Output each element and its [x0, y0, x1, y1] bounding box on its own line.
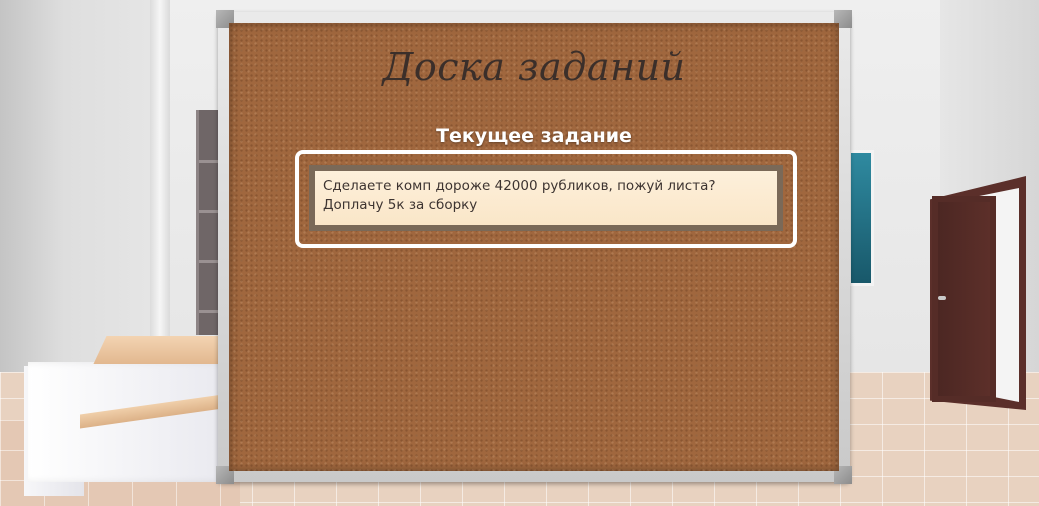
game-scene: Доска заданий Текущее задание Сделаете к… — [0, 0, 1039, 506]
cork-surface: Доска заданий Текущее задание Сделаете к… — [229, 23, 839, 471]
current-task-label: Текущее задание — [436, 125, 632, 147]
window — [848, 150, 874, 286]
current-task-card[interactable]: Сделаете комп дороже 42000 рубликов, пож… — [309, 165, 783, 231]
task-text-line-1: Сделаете комп дороже 42000 рубликов, пож… — [323, 178, 716, 194]
task-text-line-2: Доплачу 5к за сборку — [323, 197, 478, 213]
reception-desk — [28, 362, 228, 482]
board-title: Доска заданий — [382, 45, 686, 89]
reception-desk-top — [93, 336, 237, 364]
door-handle — [938, 296, 946, 300]
task-card-paper: Сделаете комп дороже 42000 рубликов, пож… — [315, 171, 777, 225]
task-board: Доска заданий Текущее задание Сделаете к… — [216, 10, 852, 484]
